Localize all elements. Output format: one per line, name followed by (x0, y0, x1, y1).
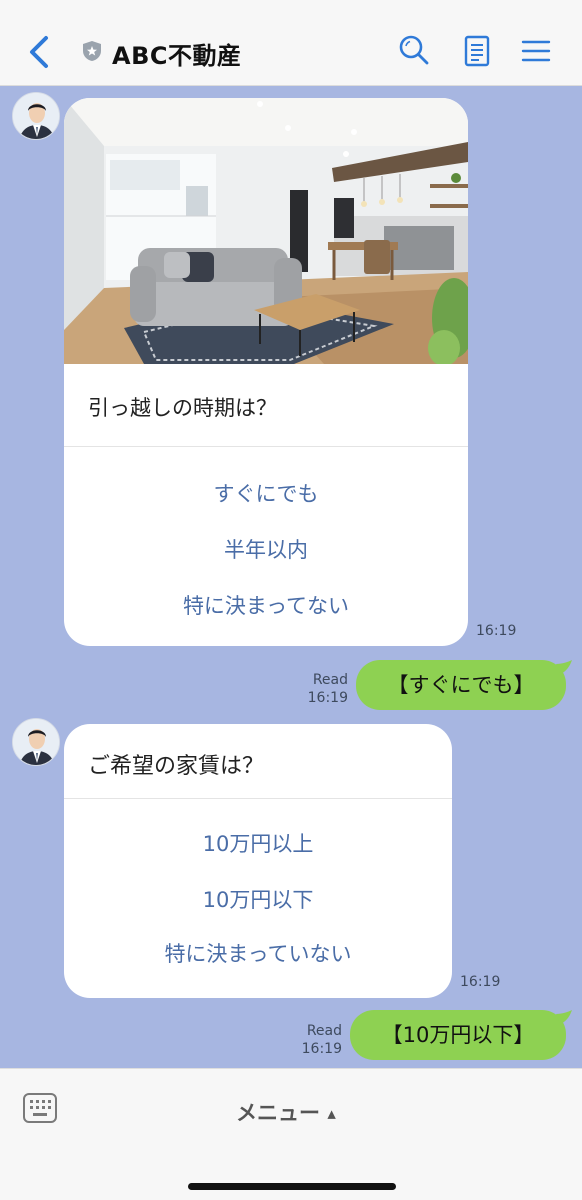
search-icon[interactable] (398, 34, 430, 68)
caret-up-icon: ▲ (327, 1107, 336, 1121)
question-card-rent: ご希望の家賃は？ 10万円以上 10万円以下 特に決まっていない (64, 724, 452, 998)
my-message-bubble[interactable]: 【10万円以下】 (350, 1010, 566, 1060)
read-label: Read (312, 672, 348, 688)
question-text: ご希望の家賃は？ (88, 754, 265, 779)
keyboard-icon[interactable] (22, 1091, 58, 1125)
message-time: 16:19 (476, 623, 517, 639)
my-message-bubble[interactable]: 【すぐにでも】 (356, 660, 566, 710)
question-card-moving: 引っ越しの時期は？ すぐにでも 半年以内 特に決まってない (64, 98, 468, 646)
agent-portrait-icon (13, 93, 59, 139)
option-button[interactable]: 特に決まってない (64, 590, 468, 620)
shield-star-icon (83, 41, 101, 61)
question-text: 引っ越しの時期は？ (88, 396, 277, 420)
bottom-bar: メニュー ▲ (0, 1068, 582, 1200)
chat-header: ABC不動産 (0, 0, 582, 86)
read-label: Read (306, 1023, 342, 1039)
bubble-tail (556, 660, 572, 674)
home-indicator (188, 1183, 396, 1190)
message-time: 16:19 (301, 1041, 342, 1057)
option-button[interactable]: 半年以内 (64, 534, 468, 564)
message-time: 16:19 (460, 974, 501, 990)
card-divider (64, 446, 468, 447)
option-button[interactable]: 10万円以下 (64, 884, 452, 914)
notes-icon[interactable] (461, 34, 493, 68)
bubble-tail (556, 1010, 572, 1024)
agent-portrait-icon (13, 719, 59, 765)
avatar[interactable] (12, 92, 60, 140)
option-button[interactable]: 特に決まっていない (64, 938, 452, 968)
menu-toggle-button[interactable]: メニュー ▲ (236, 1097, 386, 1127)
read-status: Read 16:19 (300, 671, 348, 707)
read-status: Read 16:19 (294, 1022, 342, 1058)
option-button[interactable]: すぐにでも (64, 478, 468, 508)
avatar[interactable] (12, 718, 60, 766)
chevron-left-icon[interactable] (26, 34, 52, 70)
hamburger-menu-icon[interactable] (520, 34, 552, 68)
card-divider (64, 798, 452, 799)
message-time: 16:19 (307, 690, 348, 706)
menu-label: メニュー (236, 1101, 320, 1125)
option-button[interactable]: 10万円以上 (64, 828, 452, 858)
room-photo (64, 98, 468, 364)
chat-title: ABC不動産 (112, 42, 242, 70)
